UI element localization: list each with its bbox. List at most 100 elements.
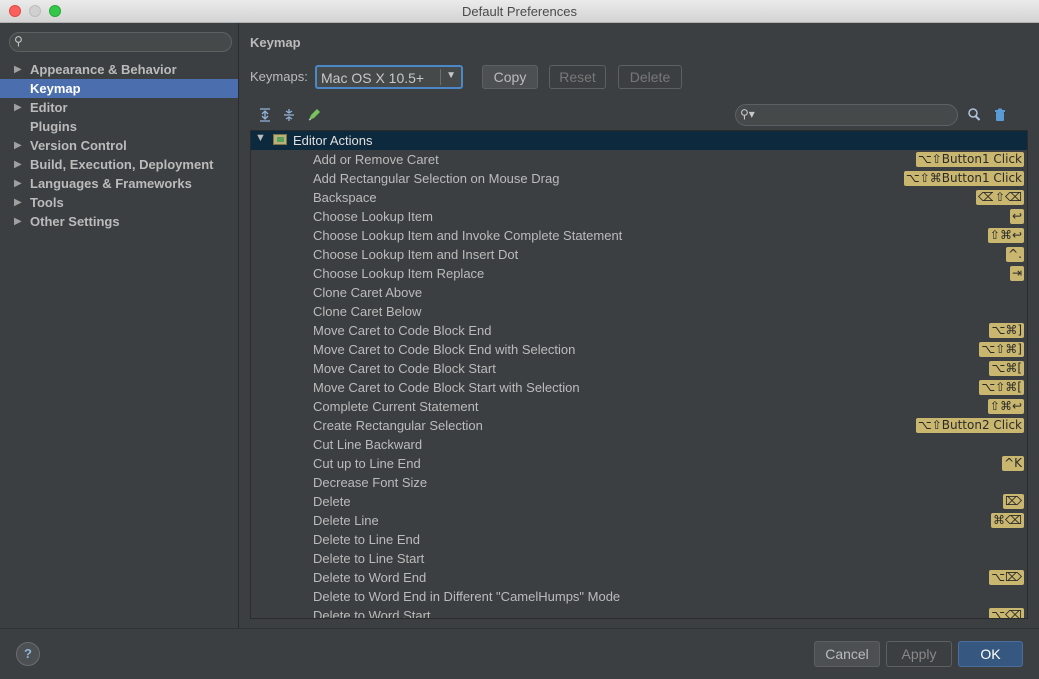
action-row[interactable]: Delete Line ⌘⌫: [251, 511, 1027, 530]
expand-arrow-icon[interactable]: ▶: [14, 174, 22, 193]
clear-filter-icon[interactable]: [992, 107, 1008, 123]
shortcut-badge: ⌥⌦: [989, 570, 1024, 585]
copy-button[interactable]: Copy: [482, 65, 538, 89]
action-row[interactable]: Delete to Word End in Different "CamelHu…: [251, 587, 1027, 606]
settings-search-input[interactable]: ⚲: [9, 32, 232, 52]
action-name: Move Caret to Code Block Start: [313, 361, 496, 376]
shortcut-badge: ⌥⇧⌘[: [979, 380, 1024, 395]
action-name: Create Rectangular Selection: [313, 418, 483, 433]
action-name: Choose Lookup Item: [313, 209, 433, 224]
action-row[interactable]: Choose Lookup Item and Invoke Complete S…: [251, 226, 1027, 245]
action-row[interactable]: Move Caret to Code Block Start with Sele…: [251, 378, 1027, 397]
sidebar-item[interactable]: ▶ Other Settings: [0, 212, 238, 231]
delete-button[interactable]: Delete: [618, 65, 682, 89]
sidebar-item[interactable]: ▶ Build, Execution, Deployment: [0, 155, 238, 174]
expand-arrow-icon[interactable]: ▶: [14, 98, 22, 117]
action-row[interactable]: Delete ⌦: [251, 492, 1027, 511]
shortcut-badge: ^K: [1002, 456, 1024, 471]
action-row[interactable]: Clone Caret Above: [251, 283, 1027, 302]
title-bar: Default Preferences: [0, 0, 1039, 23]
sidebar-item-label: Keymap: [30, 81, 81, 96]
expand-arrow-icon[interactable]: ▶: [14, 60, 22, 79]
action-row[interactable]: Complete Current Statement ⇧⌘↩: [251, 397, 1027, 416]
action-name: Complete Current Statement: [313, 399, 479, 414]
action-row[interactable]: Delete to Line Start: [251, 549, 1027, 568]
action-row[interactable]: Create Rectangular Selection ⌥⇧Button2 Cl…: [251, 416, 1027, 435]
action-name: Delete to Word End in Different "CamelHu…: [313, 589, 621, 604]
shortcut-badge: ⌘⌫: [991, 513, 1024, 528]
action-name: Add Rectangular Selection on Mouse Drag: [313, 171, 560, 186]
action-row[interactable]: Move Caret to Code Block Start ⌥⌘[: [251, 359, 1027, 378]
collapse-all-icon[interactable]: [281, 107, 297, 123]
action-row[interactable]: Add Rectangular Selection on Mouse Drag ⌥…: [251, 169, 1027, 188]
action-row[interactable]: Delete to Word End ⌥⌦: [251, 568, 1027, 587]
action-name: Move Caret to Code Block Start with Sele…: [313, 380, 580, 395]
action-row[interactable]: Choose Lookup Item Replace ⇥: [251, 264, 1027, 283]
sidebar-item[interactable]: ▶ Appearance & Behavior: [0, 60, 238, 79]
action-name: Decrease Font Size: [313, 475, 428, 490]
shortcut-badge: ^.: [1006, 247, 1024, 262]
keymap-actions-table[interactable]: ▼ Editor Actions Add or Remove Caret ⌥⇧Bu…: [250, 130, 1028, 619]
reset-button[interactable]: Reset: [549, 65, 606, 89]
sidebar-item[interactable]: ▶ Tools: [0, 193, 238, 212]
action-row[interactable]: Move Caret to Code Block End ⌥⌘]: [251, 321, 1027, 340]
edit-shortcut-icon[interactable]: [306, 107, 322, 123]
expanded-arrow-icon[interactable]: ▼: [255, 132, 266, 144]
shortcut-badge: ⇧⌫: [992, 190, 1024, 205]
shortcut-badge: ⌥⌘[: [989, 361, 1024, 376]
sidebar-item[interactable]: Keymap: [0, 79, 238, 98]
action-search-input[interactable]: ⚲▾: [735, 104, 958, 126]
sidebar-item-label: Appearance & Behavior: [30, 62, 177, 77]
action-name: Delete to Word End: [313, 570, 427, 585]
action-name: Choose Lookup Item and Insert Dot: [313, 247, 519, 262]
sidebar-item[interactable]: ▶ Editor: [0, 98, 238, 117]
action-name: Clone Caret Below: [313, 304, 422, 319]
expand-arrow-icon[interactable]: ▶: [14, 193, 22, 212]
action-row[interactable]: Move Caret to Code Block End with Select…: [251, 340, 1027, 359]
action-name: Delete to Line Start: [313, 551, 425, 566]
action-name: Delete: [313, 494, 351, 509]
action-row[interactable]: Choose Lookup Item and Insert Dot ^.: [251, 245, 1027, 264]
action-name: Delete Line: [313, 513, 379, 528]
action-row[interactable]: Cut up to Line End ^K: [251, 454, 1027, 473]
expand-arrow-icon[interactable]: ▶: [14, 136, 22, 155]
sidebar-item[interactable]: Plugins: [0, 117, 238, 136]
action-row[interactable]: Clone Caret Below: [251, 302, 1027, 321]
action-row[interactable]: Delete to Word Start ⌥⌫: [251, 606, 1027, 618]
action-row[interactable]: Add or Remove Caret ⌥⇧Button1 Click: [251, 150, 1027, 169]
ok-button[interactable]: OK: [958, 641, 1023, 667]
search-icon: ⚲: [14, 34, 23, 48]
action-name: Choose Lookup Item Replace: [313, 266, 485, 281]
group-row-editor-actions[interactable]: ▼ Editor Actions: [251, 131, 1027, 150]
page-title: Keymap: [250, 35, 301, 50]
sidebar-item-label: Plugins: [30, 119, 77, 134]
action-row[interactable]: Cut Line Backward: [251, 435, 1027, 454]
expand-all-icon[interactable]: [257, 107, 273, 123]
action-name: Backspace: [313, 190, 377, 205]
shortcut-badge: ⌥⇧⌘]: [979, 342, 1024, 357]
sidebar-item-label: Build, Execution, Deployment: [30, 157, 214, 172]
dialog-footer: ? Cancel Apply OK: [0, 628, 1039, 679]
expand-arrow-icon[interactable]: ▶: [14, 212, 22, 231]
find-by-shortcut-icon[interactable]: [966, 107, 982, 123]
sidebar-item-label: Editor: [30, 100, 68, 115]
help-button[interactable]: ?: [16, 642, 40, 666]
expand-arrow-icon[interactable]: ▶: [14, 155, 22, 174]
settings-tree: ▶ Appearance & Behavior Keymap ▶ Editor Plugi…: [0, 60, 238, 231]
shortcut-badge: ⇧⌘↩: [987, 228, 1024, 243]
action-name: Delete to Line End: [313, 532, 420, 547]
keymap-select[interactable]: Mac OS X 10.5+ ▼: [315, 65, 463, 89]
action-name: Add or Remove Caret: [313, 152, 439, 167]
shortcut-badge: ⌥⇧⌘Button1 Click: [903, 171, 1024, 186]
shortcut-badge: ⌥⇧Button1 Click: [915, 152, 1024, 167]
shortcut-badge: ⌥⌘]: [989, 323, 1024, 338]
sidebar-item[interactable]: ▶ Languages & Frameworks: [0, 174, 238, 193]
apply-button[interactable]: Apply: [886, 641, 952, 667]
action-row[interactable]: Decrease Font Size: [251, 473, 1027, 492]
action-row[interactable]: Delete to Line End: [251, 530, 1027, 549]
action-row[interactable]: Choose Lookup Item ↩: [251, 207, 1027, 226]
cancel-button[interactable]: Cancel: [814, 641, 880, 667]
sidebar-item[interactable]: ▶ Version Control: [0, 136, 238, 155]
action-row[interactable]: Backspace ⌫ ⇧⌫: [251, 188, 1027, 207]
shortcut-badge: ↩: [1009, 209, 1024, 224]
